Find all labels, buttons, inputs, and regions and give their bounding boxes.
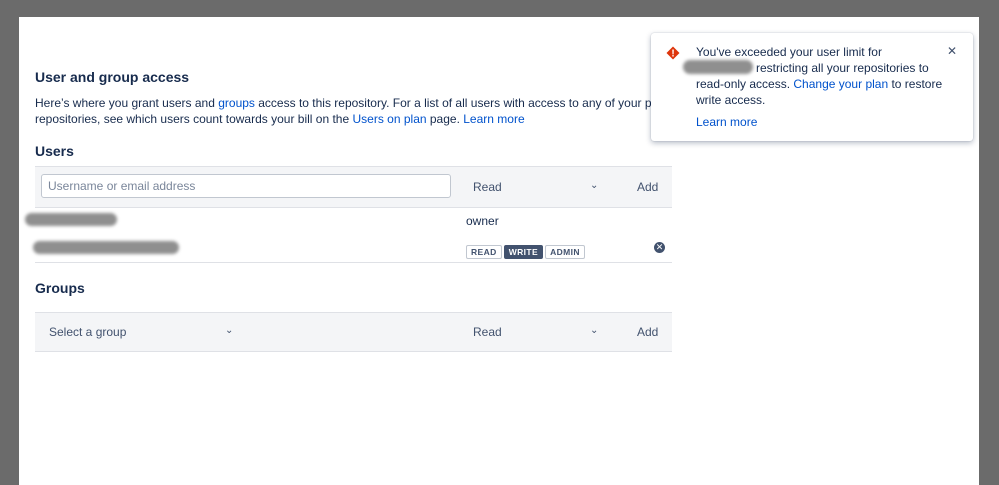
user-limit-notification: ! You've exceeded your user limit for re…	[651, 33, 973, 141]
warning-symbol: !	[671, 49, 674, 60]
group-select[interactable]: Select a group ⌄	[49, 313, 239, 351]
group-permission-select[interactable]: Read ⌄	[473, 313, 605, 351]
redacted-workspace-name	[683, 60, 753, 74]
users-heading: Users	[35, 143, 74, 159]
group-permission-value: Read	[473, 325, 502, 339]
groups-link[interactable]: groups	[218, 96, 255, 110]
redacted-user-name	[25, 213, 117, 226]
desc-text: repositories, see which users count towa…	[35, 112, 353, 126]
permission-write-button[interactable]: WRITE	[503, 245, 544, 259]
group-select-value: Select a group	[49, 325, 127, 339]
permission-toggle-group: READ WRITE ADMIN	[466, 242, 587, 260]
add-group-button[interactable]: Add	[637, 325, 658, 339]
warning-icon: !	[666, 46, 680, 60]
close-icon[interactable]: ✕	[947, 44, 957, 58]
access-description: Here’s where you grant users and groups …	[35, 95, 675, 127]
desc-text: Here’s where you grant users and	[35, 96, 219, 110]
section-title: User and group access	[35, 69, 190, 85]
add-group-row: Select a group ⌄ Read ⌄ Add	[35, 312, 672, 352]
notification-text: to restore	[888, 77, 943, 91]
notification-learn-more-link[interactable]: Learn more	[696, 115, 757, 129]
add-user-row: Read ⌄ Add	[35, 166, 672, 208]
users-divider	[35, 262, 672, 263]
desc-text: page.	[426, 112, 464, 126]
user-permission-value: Read	[473, 180, 502, 194]
user-permission-select[interactable]: Read ⌄	[473, 167, 605, 207]
owner-label: owner	[466, 214, 499, 228]
change-plan-link[interactable]: Change your plan	[793, 77, 888, 91]
users-on-plan-link[interactable]: Users on plan	[353, 112, 427, 126]
notification-line: You've exceeded your user limit for	[696, 45, 882, 59]
add-user-button[interactable]: Add	[637, 180, 658, 194]
remove-user-icon[interactable]: ✕	[654, 242, 665, 253]
desc-text: access to this repository. For a list of…	[254, 96, 675, 110]
notification-line: write access.	[696, 93, 766, 107]
groups-heading: Groups	[35, 280, 85, 296]
chevron-down-icon: ⌄	[590, 325, 599, 336]
permission-admin-button[interactable]: ADMIN	[545, 245, 585, 259]
redacted-user-email	[33, 241, 179, 254]
permission-read-button[interactable]: READ	[466, 245, 502, 259]
notification-text: read-only access.	[696, 77, 794, 91]
chevron-down-icon: ⌄	[225, 325, 234, 336]
chevron-down-icon: ⌄	[590, 180, 599, 191]
learn-more-link[interactable]: Learn more	[463, 112, 524, 126]
user-search-input[interactable]	[41, 174, 451, 198]
notification-message: You've exceeded your user limit for rest…	[696, 44, 961, 108]
